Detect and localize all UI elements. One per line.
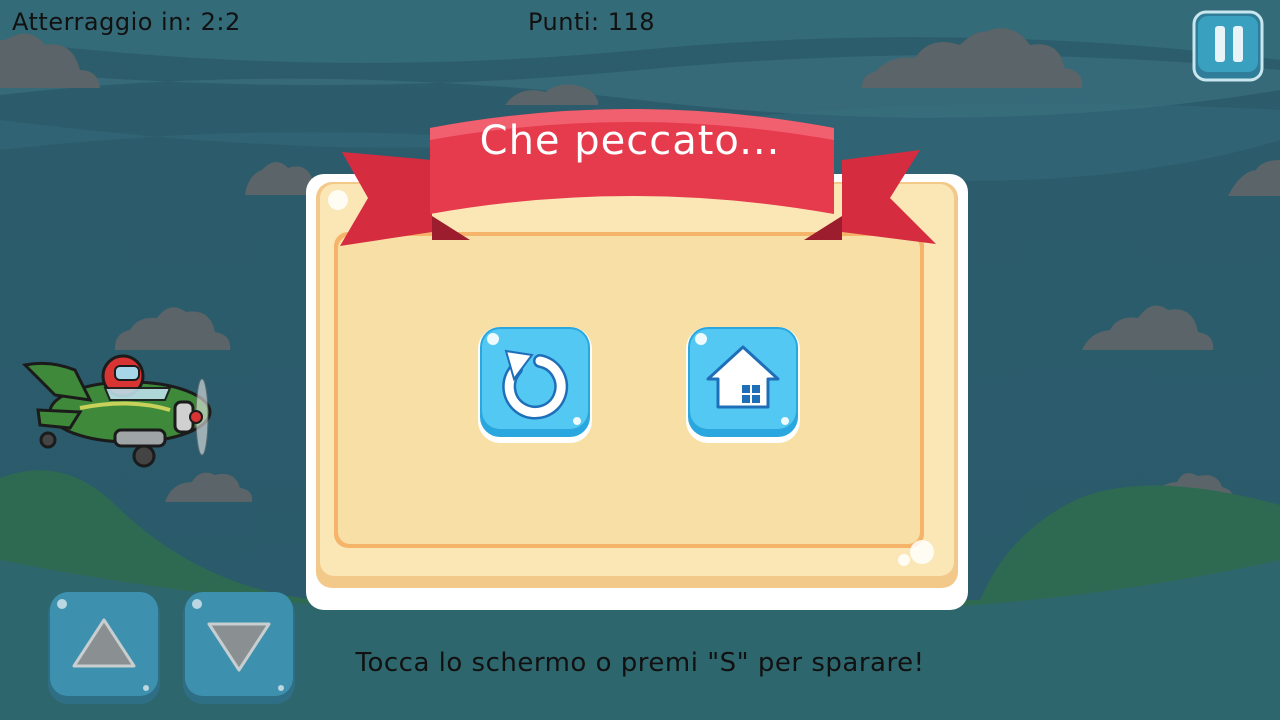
shoot-hint: Tocca lo schermo o premi "S" per sparare… bbox=[355, 648, 925, 678]
home-icon bbox=[686, 327, 800, 443]
retry-icon bbox=[478, 327, 592, 443]
home-button[interactable] bbox=[684, 323, 802, 445]
dialog-title: Che peccato... bbox=[479, 118, 781, 164]
retry-button[interactable] bbox=[476, 323, 594, 445]
